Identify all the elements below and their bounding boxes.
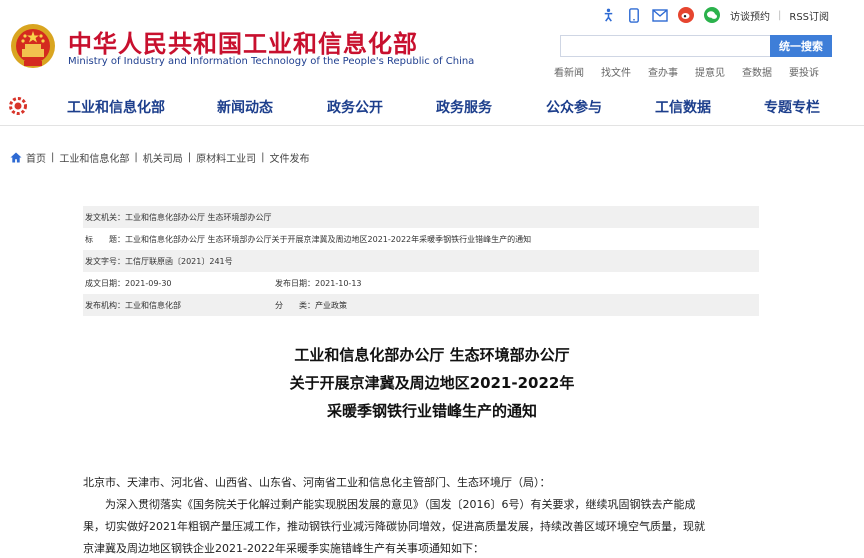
main-nav: 工业和信息化部 新闻动态 政务公开 政务服务 公众参与 工信数据 专题专栏 <box>0 86 864 126</box>
search-button[interactable]: 统一搜索 <box>770 35 832 57</box>
breadcrumb-raw-materials[interactable]: 原材料工业司 <box>196 150 256 165</box>
info-row-org: 发布机构： 工业和信息化部 分 类： 产业政策 <box>83 294 759 316</box>
category-label: 分 类： <box>275 300 315 310</box>
doc-no-label: 发文字号： <box>85 256 125 266</box>
nav-item-topics[interactable]: 专题专栏 <box>764 97 820 117</box>
category-value: 产业政策 <box>315 300 347 310</box>
date-value: 2021-09-30 <box>125 278 172 288</box>
org-label: 发布机构： <box>85 300 125 310</box>
title-label: 标 题： <box>85 234 125 244</box>
quick-link-files[interactable]: 找文件 <box>601 64 631 79</box>
nav-item-services[interactable]: 政务服务 <box>436 97 492 117</box>
quick-link-services[interactable]: 查办事 <box>648 64 678 79</box>
doc-paragraph-line2: 果，切实做好2021年粗钢产量压减工作，推动钢铁行业减污降碳协同增效，促进高质量… <box>83 520 705 533</box>
date-label: 成文日期： <box>85 278 125 288</box>
home-icon[interactable] <box>10 152 22 163</box>
document-info-table: 发文机关： 工业和信息化部办公厅 生态环境部办公厅 标 题： 工业和信息化部办公… <box>83 206 759 316</box>
toolbar-separator: | <box>778 9 782 21</box>
info-row-dates: 成文日期： 2021-09-30 发布日期： 2021-10-13 <box>83 272 759 294</box>
quick-link-complaint[interactable]: 要投诉 <box>789 64 819 79</box>
breadcrumb-separator: | <box>51 151 55 163</box>
mobile-icon[interactable] <box>626 7 642 23</box>
quick-links: 看新闻 找文件 查办事 提意见 查数据 要投诉 <box>554 64 836 79</box>
quick-link-news[interactable]: 看新闻 <box>554 64 584 79</box>
breadcrumb-separator: | <box>187 151 192 163</box>
issuer-value: 工业和信息化部办公厅 生态环境部办公厅 <box>125 212 272 222</box>
weibo-icon[interactable] <box>678 7 694 23</box>
accessibility-icon[interactable] <box>600 7 616 23</box>
publish-label: 发布日期： <box>275 278 315 288</box>
info-row-title: 标 题： 工业和信息化部办公厅 生态环境部办公厅关于开展京津冀及周边地区2021… <box>83 228 759 250</box>
info-cell-org: 发布机构： 工业和信息化部 <box>85 300 275 311</box>
doc-title-line1: 工业和信息化部办公厅 生态环境部办公厅 <box>294 346 570 364</box>
org-value: 工业和信息化部 <box>125 300 181 310</box>
miit-gear-icon[interactable] <box>8 96 28 116</box>
info-row-issuer: 发文机关： 工业和信息化部办公厅 生态环境部办公厅 <box>83 206 759 228</box>
doc-addressee: 北京市、天津市、河北省、山西省、山东省、河南省工业和信息化主管部门、生态环境厅（… <box>83 476 551 489</box>
title-value: 工业和信息化部办公厅 生态环境部办公厅关于开展京津冀及周边地区2021-2022… <box>125 234 532 244</box>
wechat-icon[interactable] <box>704 7 720 23</box>
nav-item-participation[interactable]: 公众参与 <box>546 97 602 117</box>
appointment-link[interactable]: 访谈预约 <box>730 8 770 23</box>
quick-link-data[interactable]: 查数据 <box>742 64 772 79</box>
doc-paragraph-line3: 京津冀及周边地区钢铁企业2021-2022年采暖季实施错峰生产有关事项通知如下： <box>83 542 484 555</box>
site-title[interactable]: 中华人民共和国工业和信息化部 <box>68 24 418 59</box>
national-emblem-icon[interactable] <box>10 22 56 70</box>
breadcrumb-documents[interactable]: 文件发布 <box>270 150 310 165</box>
nav-item-data[interactable]: 工信数据 <box>655 97 711 117</box>
nav-item-miit[interactable]: 工业和信息化部 <box>67 97 165 117</box>
quick-link-feedback[interactable]: 提意见 <box>695 64 725 79</box>
breadcrumb-separator: | <box>134 151 138 163</box>
breadcrumb-separator: | <box>261 151 265 163</box>
nav-item-news[interactable]: 新闻动态 <box>217 97 273 117</box>
breadcrumb-departments[interactable]: 机关司局 <box>143 150 183 165</box>
search-input[interactable] <box>560 35 770 57</box>
doc-title-line2: 关于开展京津冀及周边地区2021-2022年 <box>289 374 575 392</box>
top-toolbar: 访谈预约 | RSS订阅 <box>600 6 829 24</box>
info-cell-publish: 发布日期： 2021-10-13 <box>275 278 362 289</box>
publish-value: 2021-10-13 <box>315 278 362 288</box>
rss-link[interactable]: RSS订阅 <box>789 8 829 23</box>
site-header: 中华人民共和国工业和信息化部 Ministry of Industry and … <box>0 0 864 86</box>
info-cell-category: 分 类： 产业政策 <box>275 300 347 311</box>
mail-icon[interactable] <box>652 7 668 23</box>
doc-no-value: 工信厅联原函〔2021〕241号 <box>125 256 233 266</box>
nav-item-gov-affairs[interactable]: 政务公开 <box>327 97 383 117</box>
info-row-doc-no: 发文字号： 工信厅联原函〔2021〕241号 <box>83 250 759 272</box>
issuer-label: 发文机关： <box>85 212 125 222</box>
info-cell-date: 成文日期： 2021-09-30 <box>85 278 275 289</box>
breadcrumb: 首页 | 工业和信息化部 | 机关司局 | 原材料工业司 | 文件发布 <box>10 150 310 165</box>
breadcrumb-miit[interactable]: 工业和信息化部 <box>59 150 129 165</box>
doc-paragraph-line1: 为深入贯彻落实《国务院关于化解过剩产能实现脱困发展的意见》（国发〔2016〕6号… <box>105 498 696 511</box>
site-title-en: Ministry of Industry and Information Tec… <box>68 56 475 67</box>
doc-title-line3: 采暖季钢铁行业错峰生产的通知 <box>326 402 537 420</box>
breadcrumb-home[interactable]: 首页 <box>26 150 46 165</box>
